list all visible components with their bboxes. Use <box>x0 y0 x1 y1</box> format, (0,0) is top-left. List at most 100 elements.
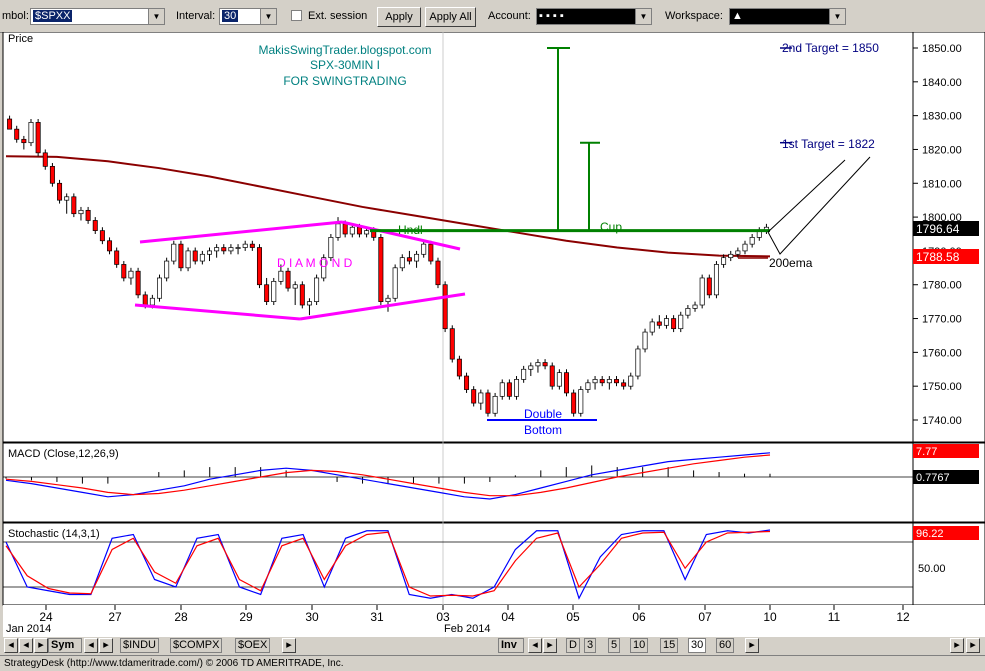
candle-body <box>535 362 541 367</box>
candle-body <box>107 240 113 252</box>
candle-body <box>128 270 134 279</box>
account-value: ▪ ▪ ▪ ▪ <box>539 10 564 22</box>
candle-body <box>585 382 591 390</box>
chevron-left-icon[interactable]: ◂ <box>528 638 542 653</box>
scroll-end-icon[interactable]: ▸ <box>950 638 964 653</box>
ext-session-checkbox[interactable] <box>291 10 302 21</box>
candle-body <box>728 253 734 259</box>
candle-body <box>121 264 127 279</box>
watermark-line3: FOR SWINGTRADING <box>283 74 406 88</box>
candle-body <box>399 257 405 269</box>
candle-body <box>606 379 612 384</box>
y-tick-label: 1830.00 <box>922 111 962 123</box>
chart-area[interactable]: 1740.001750.001760.001770.001780.001790.… <box>0 32 985 637</box>
period-tab-30[interactable]: 30 <box>688 638 707 653</box>
symbol-combo[interactable]: $SPXX ▼ <box>30 8 165 25</box>
period-tab-d[interactable]: D <box>566 638 580 653</box>
first-icon[interactable]: ◂ <box>4 638 18 653</box>
chevron-right-icon[interactable]: ▸ <box>543 638 557 653</box>
x-tick-label: 03 <box>436 610 450 624</box>
candle-body <box>456 358 462 377</box>
candle-body <box>549 365 555 387</box>
chevron-left-icon[interactable]: ◂ <box>84 638 98 653</box>
period-tab-10[interactable]: 10 <box>630 638 649 653</box>
chevron-down-icon[interactable]: ▼ <box>260 9 276 24</box>
candle-body <box>71 196 77 215</box>
target2-label: 2nd Target = 1850 <box>782 41 879 55</box>
sym-tab[interactable]: Sym <box>48 638 82 653</box>
period-tab-3[interactable]: 3 <box>584 638 597 653</box>
candle-body <box>699 277 705 306</box>
candle-body <box>256 247 262 286</box>
interval-combo[interactable]: 30 ▼ <box>219 8 277 25</box>
interval-value: 30 <box>222 10 239 22</box>
x-tick-label: 29 <box>239 610 253 624</box>
candle-body <box>214 247 220 252</box>
double-bottom-line2: Bottom <box>524 423 562 437</box>
chevron-right-icon[interactable]: ▸ <box>99 638 113 653</box>
account-combo[interactable]: ▪ ▪ ▪ ▪ ▼ <box>536 8 652 25</box>
candle-body <box>99 230 105 242</box>
chevron-down-icon[interactable]: ▼ <box>635 9 651 24</box>
next-icon[interactable]: ▸ <box>34 638 48 653</box>
candle-body <box>178 243 184 269</box>
index-tab-compx[interactable]: $COMPX <box>170 638 223 653</box>
inv-tab[interactable]: Inv <box>498 638 524 653</box>
period-tab-15[interactable]: 15 <box>660 638 679 653</box>
y-tick-label: 1740.00 <box>922 415 962 427</box>
chevron-down-icon[interactable]: ▼ <box>148 9 164 24</box>
candle-body <box>442 284 448 330</box>
apply-all-button[interactable]: Apply All <box>425 7 476 27</box>
period-tab-60[interactable]: 60 <box>716 638 735 653</box>
candle-body <box>571 392 577 414</box>
candle-body <box>485 392 491 414</box>
y-tick-label: 1810.00 <box>922 178 962 190</box>
macd-badge1: 7.77 <box>916 446 937 458</box>
y-tick-label: 1850.00 <box>922 43 962 55</box>
index-tab-indu[interactable]: $INDU <box>120 638 160 653</box>
candle-body <box>528 365 534 370</box>
candle-body <box>421 243 427 255</box>
candle-body <box>42 152 48 167</box>
apply-button[interactable]: Apply <box>377 7 421 27</box>
x-tick-label: 10 <box>763 610 777 624</box>
scroll-last-icon[interactable]: ▸ <box>966 638 980 653</box>
candle-body <box>621 382 627 387</box>
candle-body <box>314 277 320 302</box>
x-tick-label: 30 <box>305 610 319 624</box>
symbol-label: mbol: <box>2 10 29 22</box>
candle-body <box>149 297 155 306</box>
account-label: Account: <box>488 10 531 22</box>
candle-body <box>335 223 341 238</box>
candle-body <box>57 182 63 201</box>
candle-body <box>271 280 277 302</box>
candle-body <box>49 166 55 184</box>
candle-body <box>28 122 34 144</box>
diamond-label: D I A M O N D <box>277 256 353 270</box>
candle-body <box>356 226 362 235</box>
candle-body <box>435 260 441 286</box>
candle-body <box>692 304 698 309</box>
scroll-right-icon[interactable]: ▸ <box>745 638 759 653</box>
x-tick-label: 28 <box>174 610 188 624</box>
x-tick-label: 24 <box>39 610 53 624</box>
symbol-value: $SPXX <box>33 10 73 22</box>
candle-body <box>228 247 234 252</box>
index-tab-oex[interactable]: $OEX <box>235 638 271 653</box>
candle-body <box>278 270 284 282</box>
workspace-combo[interactable]: ▲ ▼ <box>729 8 846 25</box>
candle-body <box>464 375 470 390</box>
candle-body <box>135 270 141 296</box>
chevron-down-icon[interactable]: ▼ <box>829 9 845 24</box>
toolbar: mbol: $SPXX ▼ Interval: 30 ▼ Ext. sessio… <box>0 0 985 33</box>
candle-body <box>342 223 348 235</box>
price-plot-bg <box>2 32 914 443</box>
candle-body <box>414 253 420 262</box>
candle-body <box>713 264 719 296</box>
period-tab-5[interactable]: 5 <box>608 638 621 653</box>
scroll-right-icon[interactable]: ▸ <box>282 638 296 653</box>
x-tick-label: 31 <box>370 610 384 624</box>
prev-icon[interactable]: ◂ <box>19 638 33 653</box>
candle-body <box>671 318 677 330</box>
candle-body <box>599 379 605 384</box>
